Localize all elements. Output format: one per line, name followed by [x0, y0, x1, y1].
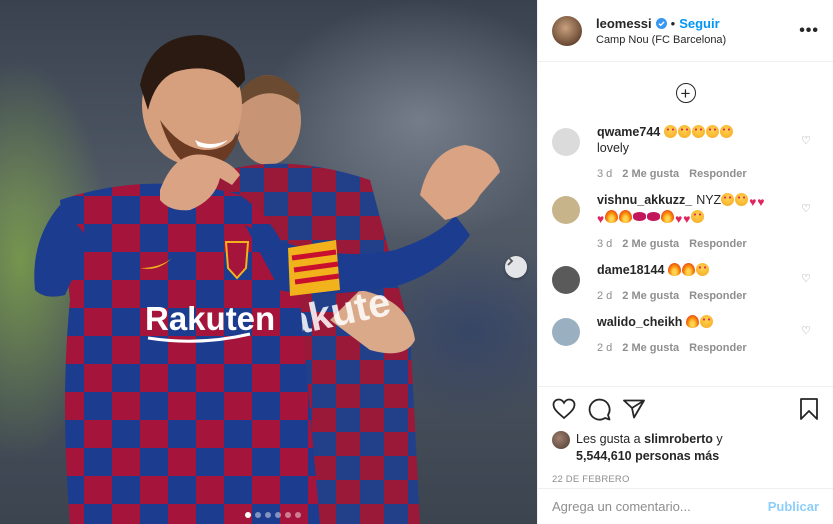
chevron-right-icon — [507, 256, 514, 266]
likes-prefix: Les gusta a — [576, 432, 641, 446]
likes-count[interactable]: 5,544,610 personas más — [576, 449, 719, 463]
next-photo-button[interactable] — [505, 256, 527, 278]
commenter-username[interactable]: dame18144 — [597, 263, 664, 277]
comment-text: vishnu_akkuzz_ NYZ ♥♥ ♥ ♥♥ — [597, 192, 795, 226]
reply-button[interactable]: Responder — [689, 290, 746, 302]
heart-eyes-emoji-icon — [735, 193, 749, 206]
publish-button[interactable]: Publicar — [768, 499, 819, 514]
comment-item: qwame744 lovely 3 d 2 Me gusta Responder ♡ — [538, 124, 833, 180]
commenter-avatar[interactable] — [552, 266, 580, 294]
follow-button[interactable]: Seguir — [679, 16, 719, 31]
commenter-username[interactable]: qwame744 — [597, 125, 660, 139]
carousel-dot[interactable] — [285, 512, 291, 518]
comment-like-heart-icon[interactable]: ♡ — [801, 134, 811, 147]
fire-emoji-icon — [619, 210, 633, 223]
post-actions: Les gusta a slimroberto y 5,544,610 pers… — [538, 386, 833, 485]
reply-button[interactable]: Responder — [689, 342, 746, 354]
fire-emoji-icon — [661, 210, 675, 223]
photo-illustration: Rakute Rakuten — [34, 35, 500, 524]
post-date[interactable]: 22 DE FEBRERO — [552, 474, 819, 485]
commenter-username[interactable]: vishnu_akkuzz_ — [597, 193, 692, 207]
add-comment-bar: Publicar — [538, 488, 833, 524]
more-options-icon[interactable]: ••• — [799, 22, 819, 40]
shirt-sponsor: Rakuten — [145, 300, 275, 337]
heart-emoji-icon: ♥ — [675, 212, 683, 226]
carousel-dot[interactable] — [255, 512, 261, 518]
liker-username[interactable]: slimroberto — [644, 432, 713, 446]
carousel-dot[interactable] — [265, 512, 271, 518]
fire-emoji-icon — [682, 263, 696, 276]
heart-eyes-emoji-icon — [700, 315, 714, 328]
comment-item: walido_cheikh 2 d 2 Me gusta Responder ♡ — [538, 314, 833, 354]
comment-like-heart-icon[interactable]: ♡ — [801, 272, 811, 285]
heart-emoji-icon: ♥ — [749, 195, 757, 209]
comment-likes[interactable]: 2 Me gusta — [622, 290, 679, 302]
verified-badge-icon — [655, 17, 667, 29]
comment-text: qwame744 lovely — [597, 124, 795, 156]
fire-emoji-icon — [605, 210, 619, 223]
lips-emoji-icon — [633, 212, 647, 221]
comment-likes[interactable]: 2 Me gusta — [622, 168, 679, 180]
load-more-comments[interactable]: + — [538, 62, 833, 124]
heart-eyes-emoji-icon — [720, 125, 734, 138]
plus-circle-icon[interactable]: + — [675, 83, 696, 103]
comments-list: + qwame744 lovely 3 d 2 Me gusta Responder ♡ v… — [538, 62, 833, 386]
lips-emoji-icon — [647, 212, 661, 221]
post-location[interactable]: Camp Nou (FC Barcelona) — [596, 34, 799, 46]
heart-eyes-emoji-icon — [706, 125, 720, 138]
comment-body-line2: lovely — [597, 141, 629, 155]
comment-text: walido_cheikh — [597, 314, 795, 330]
likes-summary: Les gusta a slimroberto y 5,544,610 pers… — [552, 431, 819, 465]
comment-likes[interactable]: 2 Me gusta — [622, 342, 679, 354]
heart-eyes-emoji-icon — [664, 125, 678, 138]
heart-eyes-emoji-icon — [692, 125, 706, 138]
post-header: leomessi • Seguir Camp Nou (FC Barcelona… — [538, 0, 833, 62]
author-avatar[interactable] — [552, 15, 582, 46]
share-icon[interactable] — [623, 399, 645, 419]
comment-item: dame18144 2 d 2 Me gusta Responder ♡ — [538, 262, 833, 302]
comment-age[interactable]: 2 d — [597, 290, 612, 302]
commenter-avatar[interactable] — [552, 318, 580, 346]
post-photo[interactable]: Rakute Rakuten — [0, 0, 537, 524]
carousel-dot[interactable] — [275, 512, 281, 518]
commenter-username[interactable]: walido_cheikh — [597, 315, 682, 329]
heart-emoji-icon: ♥ — [757, 195, 765, 209]
heart-eyes-emoji-icon — [678, 125, 692, 138]
commenter-avatar[interactable] — [552, 128, 580, 156]
comment-age[interactable]: 2 d — [597, 342, 612, 354]
post-viewer: Rakute Rakuten leomessi • Seguir Camp No… — [0, 0, 833, 524]
heart-emoji-icon: ♥ — [683, 212, 691, 226]
reply-button[interactable]: Responder — [689, 168, 746, 180]
fire-emoji-icon — [668, 263, 682, 276]
heart-eyes-emoji-icon — [696, 263, 710, 276]
author-username[interactable]: leomessi — [596, 16, 652, 31]
comment-item: vishnu_akkuzz_ NYZ ♥♥ ♥ ♥♥ 3 d2 Me gusta Respo… — [538, 192, 833, 250]
commenter-avatar[interactable] — [552, 196, 580, 224]
heart-eyes-emoji-icon — [721, 193, 735, 206]
comment-age[interactable]: 3 d — [597, 168, 612, 180]
reply-button[interactable]: Responder — [689, 238, 746, 250]
like-heart-icon[interactable] — [552, 398, 576, 420]
comment-age[interactable]: 3 d — [597, 238, 612, 250]
liker-avatar[interactable] — [552, 431, 570, 449]
carousel-dot[interactable] — [295, 512, 301, 518]
heart-eyes-emoji-icon — [691, 210, 705, 223]
likes-connector: y — [716, 432, 723, 446]
comment-icon[interactable] — [588, 398, 611, 421]
carousel-dots — [245, 512, 301, 518]
post-details-panel: leomessi • Seguir Camp Nou (FC Barcelona… — [537, 0, 833, 524]
comment-like-heart-icon[interactable]: ♡ — [801, 324, 811, 337]
comment-input[interactable] — [552, 499, 768, 514]
comment-body: NYZ — [696, 193, 722, 207]
heart-emoji-icon: ♥ — [597, 212, 605, 226]
header-separator: • — [670, 15, 676, 31]
carousel-dot[interactable] — [245, 512, 251, 518]
comment-like-heart-icon[interactable]: ♡ — [801, 202, 811, 215]
save-bookmark-icon[interactable] — [799, 398, 819, 420]
comment-likes[interactable]: 2 Me gusta — [622, 238, 679, 250]
fire-emoji-icon — [686, 315, 700, 328]
comment-text: dame18144 — [597, 262, 795, 278]
